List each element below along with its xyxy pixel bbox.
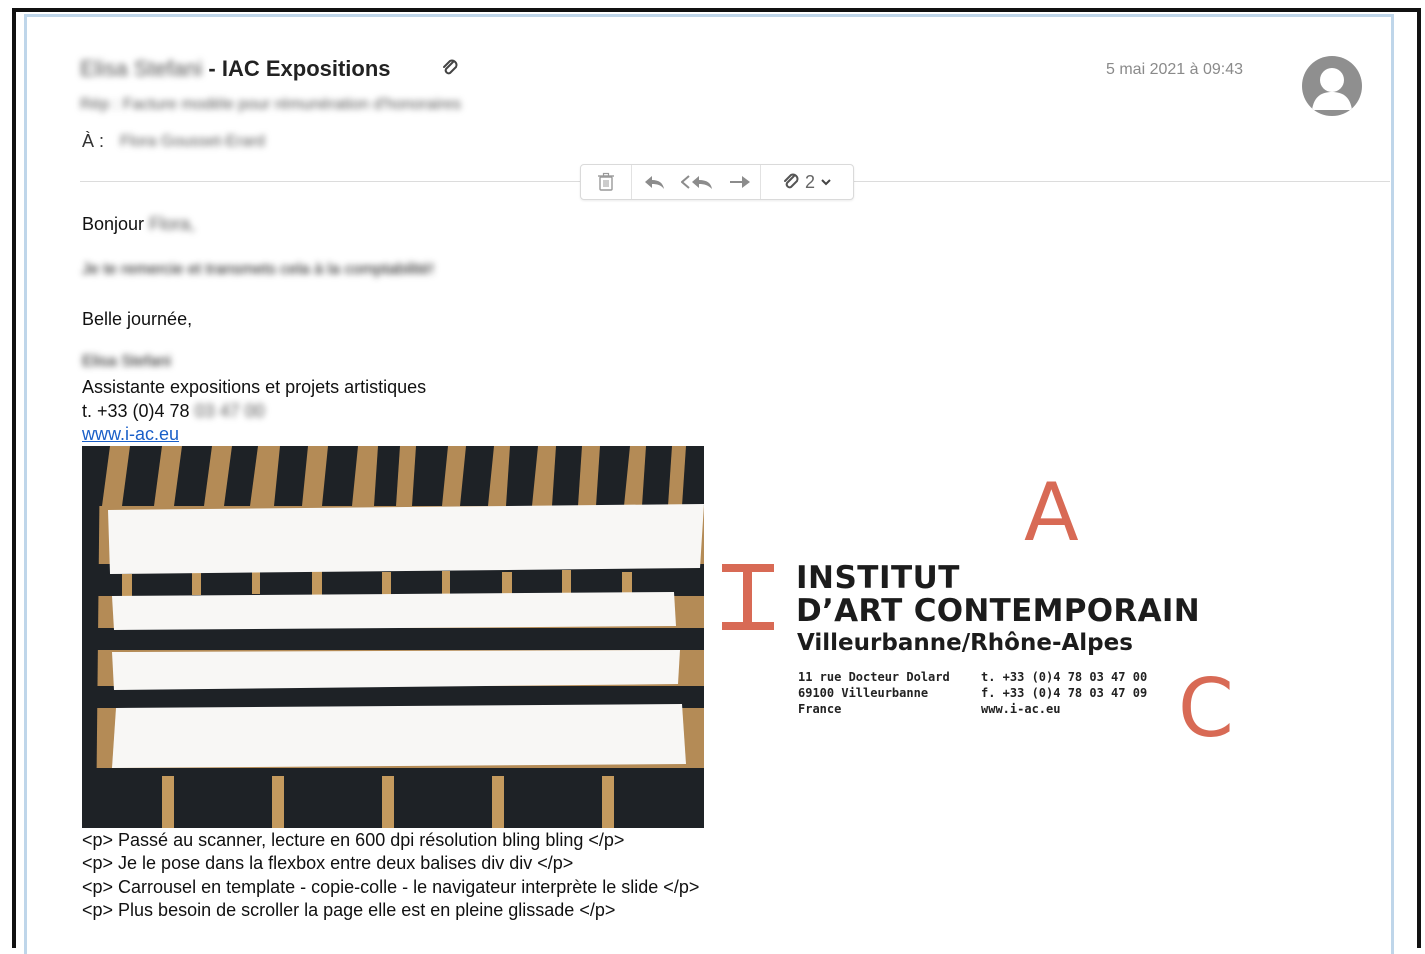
signature-title: Assistante expositions et projets artist… <box>82 377 427 397</box>
code-line: <p> Carrousel en template - copie-colle … <box>82 877 700 897</box>
closing: Belle journée, <box>82 309 193 329</box>
attachment-indicator-icon <box>440 57 460 85</box>
address-line: France <box>798 702 842 716</box>
logo-location: Villeurbanne/Rhône-Alpes <box>797 630 1133 656</box>
logo-art-contemporain: D’ART CONTEMPORAIN <box>796 593 1200 629</box>
attachments-button[interactable]: 2 <box>761 165 853 199</box>
message-date: 5 mai 2021 à 09:43 <box>1106 61 1243 78</box>
greeting: Bonjour Flora, <box>82 214 195 235</box>
website-link[interactable]: www.i-ac.eu <box>82 424 179 445</box>
logo-institut: INSTITUT <box>796 560 960 596</box>
paperclip-icon <box>783 173 799 189</box>
address-line: 11 rue Docteur Dolard <box>798 670 950 684</box>
greeting-word: Bonjour <box>82 214 145 234</box>
contact-fax: f. +33 (0)4 78 03 47 09 <box>981 686 1148 700</box>
reply-button[interactable] <box>632 165 676 199</box>
email-window: Elisa Stefani - IAC Expositions 5 mai 20… <box>0 0 1425 954</box>
forward-icon <box>730 176 750 188</box>
avatar <box>1302 56 1362 116</box>
message-toolbar: 2 <box>580 164 854 200</box>
recipient[interactable]: Flora Gousset-Erard <box>120 133 265 151</box>
reply-all-icon <box>681 175 712 189</box>
delete-button[interactable] <box>581 165 631 199</box>
code-line: <p> Plus besoin de scroller la page elle… <box>82 900 616 920</box>
signature-phone: t. +33 (0)4 78 03 47 00 <box>82 401 265 422</box>
sender-org: - IAC Expositions <box>202 56 391 81</box>
logo-contact: t. +33 (0)4 78 03 47 00 f. +33 (0)4 78 0… <box>981 669 1147 717</box>
artwork-image <box>82 446 704 828</box>
greeting-name: Flora, <box>149 214 196 234</box>
subject: Rép : Facture modèle pour rémunération d… <box>80 96 462 113</box>
phone-prefix: t. +33 (0)4 78 <box>82 401 190 421</box>
contact-tel: t. +33 (0)4 78 03 47 00 <box>981 670 1148 684</box>
logo-letter-a: A <box>1024 466 1079 559</box>
code-line: <p> Passé au scanner, lecture en 600 dpi… <box>82 830 625 850</box>
sender-line[interactable]: Elisa Stefani - IAC Expositions <box>80 56 391 82</box>
attachment-count: 2 <box>804 171 815 192</box>
contact-web: www.i-ac.eu <box>981 702 1061 716</box>
reply-icon <box>645 176 664 189</box>
website-link-text[interactable]: www.i-ac.eu <box>82 424 179 444</box>
logo-address: 11 rue Docteur Dolard 69100 Villeurbanne… <box>798 669 950 717</box>
signature-name: Elisa Stefani <box>82 353 171 370</box>
sender-name[interactable]: Elisa Stefani <box>80 56 202 81</box>
chevron-down-icon <box>821 179 831 186</box>
forward-button[interactable] <box>720 165 760 199</box>
trash-icon <box>598 172 614 191</box>
message-text: Je te remercie et transmets cela à la co… <box>82 261 435 278</box>
person-icon <box>1312 68 1352 110</box>
phone-rest: 03 47 00 <box>194 401 265 421</box>
to-label: À : <box>82 131 105 151</box>
address-line: 69100 Villeurbanne <box>798 686 929 700</box>
logo-letter-i-icon <box>722 562 774 637</box>
reply-all-button[interactable] <box>676 165 720 199</box>
logo-letter-c: C <box>1178 662 1234 755</box>
code-line: <p> Je le pose dans la flexbox entre deu… <box>82 853 574 873</box>
